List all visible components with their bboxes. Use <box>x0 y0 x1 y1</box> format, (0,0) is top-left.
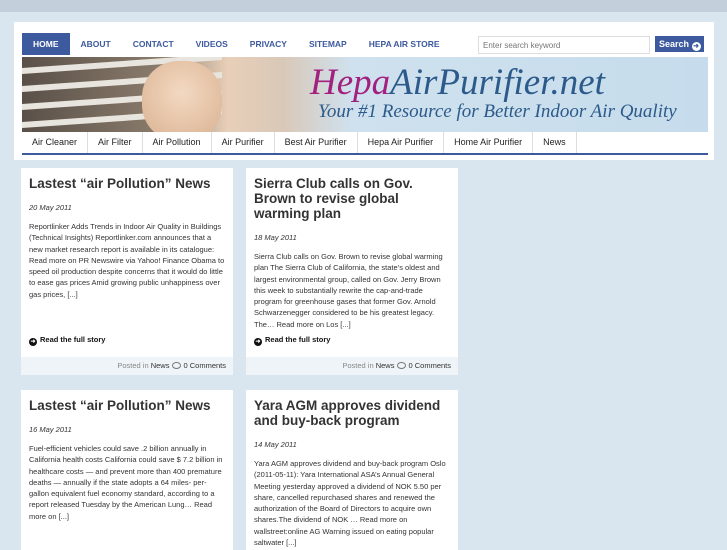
logo-part-domain: AirPurifier.net <box>390 62 605 103</box>
nav-privacy[interactable]: PRIVACY <box>239 33 298 55</box>
tagline: Your #1 Resource for Better Indoor Air Q… <box>318 101 677 122</box>
site-logo: HepaAirPurifier.net <box>310 61 605 104</box>
nav-contact[interactable]: CONTACT <box>122 33 185 55</box>
nav-home[interactable]: HOME <box>22 33 70 55</box>
read-more-label: Read the full story <box>265 335 331 344</box>
category-link[interactable]: News <box>376 361 395 370</box>
post-excerpt: Yara AGM approves dividend and buy-back … <box>254 459 446 548</box>
post-title[interactable]: Yara AGM approves dividend and buy-back … <box>246 390 458 428</box>
nav-hepa-air-store[interactable]: HEPA AIR STORE <box>358 33 451 55</box>
cat-home-air-purifier[interactable]: Home Air Purifier <box>444 132 534 153</box>
child-image <box>142 61 222 132</box>
category-nav: Air Cleaner Air Filter Air Pollution Air… <box>22 132 708 155</box>
post-meta: Posted in News 0 Comments <box>21 357 233 375</box>
post-card: Yara AGM approves dividend and buy-back … <box>246 390 458 550</box>
post-title[interactable]: Sierra Club calls on Gov. Brown to revis… <box>246 168 458 221</box>
search-input[interactable] <box>478 36 650 54</box>
arrow-right-icon: ➜ <box>254 338 262 346</box>
post-title[interactable]: Lastest “air Pollution” News <box>21 390 233 413</box>
top-band <box>0 0 727 12</box>
post-date: 18 May 2011 <box>254 233 297 242</box>
post-date: 14 May 2011 <box>254 440 297 449</box>
banner[interactable]: HepaAirPurifier.net Your #1 Resource for… <box>22 57 708 132</box>
post-excerpt: Fuel-efficient vehicles could save .2 bi… <box>29 444 223 521</box>
search-button-label: Search <box>659 39 690 49</box>
top-nav: HOME ABOUT CONTACT VIDEOS PRIVACY SITEMA… <box>22 33 451 55</box>
cat-air-purifier[interactable]: Air Purifier <box>212 132 275 153</box>
post-date: 16 May 2011 <box>29 425 72 434</box>
post-card: Lastest “air Pollution” News 16 May 2011… <box>21 390 233 550</box>
post-excerpt: Sierra Club calls on Gov. Brown to revis… <box>254 252 443 329</box>
category-link[interactable]: News <box>151 361 170 370</box>
post-meta: Posted in News 0 Comments <box>246 357 458 375</box>
post-card: Sierra Club calls on Gov. Brown to revis… <box>246 168 458 375</box>
post-title[interactable]: Lastest “air Pollution” News <box>21 168 233 191</box>
cat-news[interactable]: News <box>533 132 577 153</box>
nav-about[interactable]: ABOUT <box>70 33 122 55</box>
cat-hepa-air-purifier[interactable]: Hepa Air Purifier <box>358 132 445 153</box>
read-more-label: Read the full story <box>40 335 106 344</box>
comment-icon <box>172 362 182 369</box>
cat-air-pollution[interactable]: Air Pollution <box>143 132 212 153</box>
comments-link[interactable]: 0 Comments <box>408 361 451 370</box>
comment-icon <box>397 362 407 369</box>
cat-best-air-purifier[interactable]: Best Air Purifier <box>275 132 358 153</box>
posted-in-label: Posted in <box>342 361 374 370</box>
post-card: Lastest “air Pollution” News 20 May 2011… <box>21 168 233 375</box>
posted-in-label: Posted in <box>117 361 149 370</box>
logo-part-hepa: Hepa <box>310 62 391 103</box>
nav-sitemap[interactable]: SITEMAP <box>298 33 358 55</box>
read-more-link[interactable]: ➜ Read the full story <box>254 335 330 346</box>
read-more-link[interactable]: ➜ Read the full story <box>29 335 105 346</box>
arrow-right-icon: ➜ <box>29 338 37 346</box>
nav-videos[interactable]: VIDEOS <box>185 33 239 55</box>
arrow-right-icon: ➜ <box>691 42 701 51</box>
site-header: HOME ABOUT CONTACT VIDEOS PRIVACY SITEMA… <box>14 22 714 160</box>
cat-air-filter[interactable]: Air Filter <box>88 132 143 153</box>
comments-link[interactable]: 0 Comments <box>183 361 226 370</box>
search-button[interactable]: Search ➜ <box>655 36 704 52</box>
post-excerpt: Reportlinker Adds Trends in Indoor Air Q… <box>29 222 225 299</box>
post-date: 20 May 2011 <box>29 203 72 212</box>
cat-air-cleaner[interactable]: Air Cleaner <box>22 132 89 153</box>
